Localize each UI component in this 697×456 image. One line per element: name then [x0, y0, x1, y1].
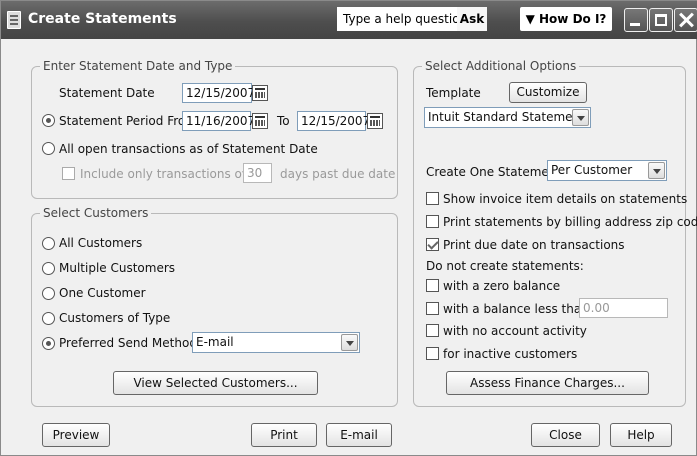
close-button[interactable]: Close	[531, 423, 600, 447]
multiple-customers-radio[interactable]	[42, 262, 55, 275]
maximize-icon[interactable]	[649, 8, 673, 32]
statement-date-label: Statement Date	[59, 86, 155, 100]
create-one-statement-select[interactable]: Per Customer	[547, 160, 667, 181]
show-invoice-details-checkbox[interactable]	[426, 192, 439, 205]
ask-button[interactable]: Ask	[457, 7, 487, 31]
balance-less-than-checkbox[interactable]	[426, 302, 439, 315]
balance-less-than-label: with a balance less than	[443, 302, 589, 316]
no-activity-label: with no account activity	[443, 324, 587, 338]
create-one-statement-label: Create One Statement	[426, 165, 562, 179]
include-only-checkbox[interactable]	[62, 167, 75, 180]
statement-date-field[interactable]: 12/15/2007	[182, 83, 255, 103]
send-method-value: E-mail	[196, 335, 234, 349]
all-customers-radio[interactable]	[42, 237, 55, 250]
to-label: To	[277, 114, 290, 128]
preferred-send-method-label: Preferred Send Method	[59, 336, 197, 350]
additional-options-legend: Select Additional Options	[422, 59, 580, 73]
calendar-icon[interactable]	[367, 113, 383, 129]
help-question-input[interactable]: Type a help question	[337, 7, 467, 31]
create-one-statement-value: Per Customer	[551, 163, 633, 177]
period-from-field[interactable]: 11/16/2007	[182, 111, 255, 131]
show-invoice-details-label: Show invoice item details on statements	[443, 192, 688, 206]
no-activity-checkbox[interactable]	[426, 324, 439, 337]
customers-of-type-radio[interactable]	[42, 312, 55, 325]
select-customers-legend: Select Customers	[40, 206, 152, 220]
template-value: Intuit Standard Statement	[428, 110, 585, 124]
document-icon	[7, 11, 21, 29]
assess-finance-charges-button[interactable]: Assess Finance Charges...	[446, 371, 649, 395]
one-customer-label: One Customer	[59, 286, 146, 300]
send-method-select[interactable]: E-mail	[192, 332, 360, 353]
calendar-icon[interactable]	[252, 85, 268, 101]
chevron-down-icon[interactable]	[341, 334, 358, 351]
days-past-due-field[interactable]: 30	[243, 163, 272, 183]
statement-period-label: Statement Period From	[59, 114, 197, 128]
how-do-i-button[interactable]: ▼ How Do I?	[520, 7, 612, 31]
statement-period-radio[interactable]	[42, 114, 55, 127]
create-statements-window: Create Statements Type a help question A…	[0, 0, 697, 456]
print-by-zip-label: Print statements by billing address zip …	[443, 215, 697, 229]
do-not-create-label: Do not create statements:	[426, 259, 584, 273]
print-due-date-checkbox[interactable]	[426, 238, 439, 251]
one-customer-radio[interactable]	[42, 287, 55, 300]
zero-balance-checkbox[interactable]	[426, 279, 439, 292]
window-title: Create Statements	[28, 11, 177, 27]
email-button[interactable]: E-mail	[326, 423, 392, 447]
chevron-down-icon[interactable]	[572, 109, 589, 126]
inactive-customers-checkbox[interactable]	[426, 347, 439, 360]
all-customers-label: All Customers	[59, 236, 143, 250]
help-button[interactable]: Help	[610, 423, 672, 447]
include-only-label: Include only transactions over	[80, 167, 262, 181]
multiple-customers-label: Multiple Customers	[59, 261, 176, 275]
days-past-due-label: days past due date	[280, 167, 396, 181]
print-button[interactable]: Print	[251, 423, 317, 447]
preview-button[interactable]: Preview	[42, 423, 110, 447]
inactive-customers-label: for inactive customers	[443, 347, 578, 361]
period-to-field[interactable]: 12/15/2007	[297, 111, 370, 131]
zero-balance-label: with a zero balance	[443, 279, 561, 293]
how-do-i-label: How Do I?	[539, 12, 607, 26]
all-open-transactions-label: All open transactions as of Statement Da…	[59, 142, 318, 156]
minimize-icon[interactable]	[624, 8, 648, 32]
close-window-icon[interactable]	[674, 8, 697, 32]
template-select[interactable]: Intuit Standard Statement	[424, 107, 591, 128]
statement-date-group-legend: Enter Statement Date and Type	[40, 59, 236, 73]
template-label: Template	[426, 86, 481, 100]
all-open-transactions-radio[interactable]	[42, 142, 55, 155]
customers-of-type-label: Customers of Type	[59, 311, 171, 325]
customize-button[interactable]: Customize	[509, 82, 587, 103]
view-selected-customers-button[interactable]: View Selected Customers...	[113, 371, 318, 395]
balance-amount-field[interactable]: 0.00	[579, 298, 668, 318]
print-due-date-label: Print due date on transactions	[443, 238, 625, 252]
title-bar: Create Statements Type a help question A…	[1, 1, 697, 39]
preferred-send-method-radio[interactable]	[42, 337, 55, 350]
print-by-zip-checkbox[interactable]	[426, 215, 439, 228]
chevron-down-icon[interactable]	[648, 162, 665, 179]
calendar-icon[interactable]	[252, 113, 268, 129]
